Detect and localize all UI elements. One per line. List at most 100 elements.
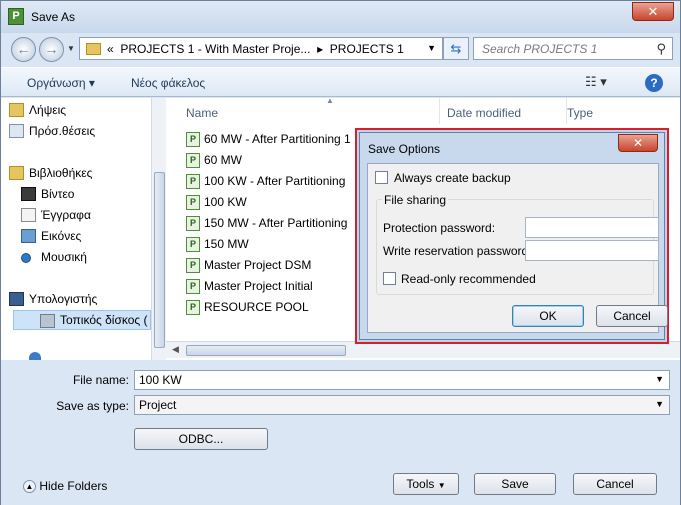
file-row[interactable]: P 100 KW (186, 195, 247, 215)
column-header-date-modified[interactable]: Date modified (447, 98, 567, 124)
horizontal-scrollbar-thumb[interactable] (186, 345, 346, 356)
file-row[interactable]: P 60 MW (186, 153, 242, 173)
computer-icon (9, 292, 24, 306)
breadcrumb-overflow[interactable]: « (107, 42, 114, 56)
nav-item-documents[interactable]: Έγγραφα (21, 208, 91, 222)
save-as-type-dropdown-chevron-icon[interactable]: ▼ (655, 399, 664, 409)
title-bar: P Save As ✕ (1, 1, 680, 33)
scroll-left-icon[interactable]: ◀ (172, 344, 179, 355)
downloads-folder-icon (9, 103, 24, 117)
project-file-icon: P (186, 132, 200, 148)
save-as-type-label: Save as type: (56, 399, 129, 413)
window-title: Save As (31, 10, 76, 24)
read-only-recommended-label: Read-only recommended (401, 272, 536, 286)
file-name-label: File name: (72, 373, 129, 387)
libraries-icon (9, 166, 24, 180)
organize-menu-button[interactable]: Οργάνωση ▾ (27, 76, 95, 90)
save-form-area: File name: 100 KW ▼ Save as type: Projec… (1, 361, 680, 505)
column-header-type[interactable]: Type (567, 98, 680, 124)
tools-menu-button[interactable]: Tools ▼ (393, 473, 459, 495)
column-header-name[interactable]: ▲ Name (186, 96, 440, 124)
help-icon[interactable]: ? (645, 74, 663, 92)
search-placeholder: Search PROJECTS 1 (482, 42, 598, 56)
file-row[interactable]: P Master Project DSM (186, 258, 311, 278)
back-arrow-icon: ← (16, 41, 31, 57)
folder-icon (86, 43, 101, 55)
network-icon (29, 352, 41, 360)
save-button[interactable]: Save (474, 473, 556, 495)
hide-folders-toggle[interactable]: ▲ Hide Folders (23, 479, 107, 494)
sort-ascending-icon: ▲ (326, 96, 334, 105)
window-close-button[interactable]: ✕ (632, 2, 674, 21)
command-bar: Οργάνωση ▾ Νέος φάκελος ☷ ▾ ? (1, 67, 680, 97)
breadcrumb: « PROJECTS 1 - With Master Proje... ▸ PR… (107, 42, 404, 56)
always-backup-checkbox[interactable] (375, 171, 388, 184)
local-disk-icon (40, 314, 55, 328)
back-button[interactable]: ← (11, 37, 36, 62)
save-as-type-select[interactable]: Project ▼ (134, 395, 670, 415)
project-file-icon: P (186, 300, 200, 316)
documents-library-icon (21, 208, 36, 222)
nav-item-local-disk[interactable]: Τοπικός δίσκος ( (13, 310, 151, 330)
search-icon: ⚲ (656, 41, 666, 56)
ok-button[interactable]: OK (512, 305, 584, 327)
refresh-button[interactable]: ⇆ (443, 37, 469, 60)
new-folder-button[interactable]: Νέος φάκελος (131, 76, 205, 90)
project-file-icon: P (186, 216, 200, 232)
breadcrumb-item-current[interactable]: PROJECTS 1 (330, 42, 404, 56)
file-row[interactable]: P 100 KW - After Partitioning (186, 174, 345, 194)
file-row[interactable]: P 60 MW - After Partitioning 1 (186, 132, 351, 152)
nav-item-videos[interactable]: Βίντεο (21, 187, 74, 201)
chevron-up-icon: ▲ (23, 480, 36, 494)
file-name-value: 100 KW (139, 373, 182, 387)
save-options-close-button[interactable]: ✕ (618, 134, 658, 152)
save-as-window: P Save As ✕ ← → ▼ « PROJECTS 1 - With Ma… (0, 0, 681, 505)
nav-item-pictures[interactable]: Εικόνες (21, 229, 81, 243)
address-box[interactable]: « PROJECTS 1 - With Master Proje... ▸ PR… (79, 37, 443, 60)
save-options-dialog: Save Options ✕ Always create backup File… (355, 128, 669, 344)
file-name-dropdown-chevron-icon[interactable]: ▼ (655, 374, 664, 384)
cancel-button[interactable]: Cancel (573, 473, 657, 495)
breadcrumb-separator-icon[interactable]: ▸ (317, 42, 323, 56)
video-library-icon (21, 187, 36, 201)
nav-item-downloads[interactable]: Λήψεις (9, 103, 66, 117)
pictures-library-icon (21, 229, 36, 243)
project-file-icon: P (186, 279, 200, 295)
forward-arrow-icon: → (44, 41, 59, 57)
breadcrumb-item-parent[interactable]: PROJECTS 1 - With Master Proje... (120, 42, 310, 56)
project-file-icon: P (186, 195, 200, 211)
file-name-field[interactable]: 100 KW ▼ (134, 370, 670, 390)
forward-button[interactable]: → (39, 37, 64, 62)
write-reservation-password-label: Write reservation password: (383, 244, 532, 258)
save-as-type-value: Project (139, 398, 177, 412)
odbc-button[interactable]: ODBC... (134, 428, 268, 450)
nav-item-computer[interactable]: Υπολογιστής (9, 292, 97, 306)
options-cancel-button[interactable]: Cancel (596, 305, 668, 327)
file-row[interactable]: P 150 MW - After Partitioning (186, 216, 347, 236)
nav-item-music[interactable]: Μουσική (21, 250, 87, 264)
read-only-recommended-checkbox[interactable] (383, 272, 396, 285)
navigation-pane: Λήψεις Πρόσ.θέσεις Βιβλιοθήκες Βίντεο Έγ… (1, 98, 151, 360)
navigation-scrollbar[interactable] (151, 98, 166, 360)
search-input[interactable]: Search PROJECTS 1 ⚲ (473, 37, 673, 60)
save-options-body: Always create backup File sharing Protec… (367, 163, 668, 333)
project-app-icon: P (8, 8, 24, 25)
file-row[interactable]: P RESOURCE POOL (186, 300, 309, 320)
view-options-icon[interactable]: ☷ ▾ (585, 74, 607, 90)
write-reservation-password-input[interactable] (525, 240, 659, 261)
protection-password-input[interactable] (525, 217, 659, 238)
music-library-icon (21, 253, 31, 263)
chevron-down-icon: ▼ (437, 481, 446, 490)
address-bar-row: ← → ▼ « PROJECTS 1 - With Master Proje..… (1, 33, 680, 63)
project-file-icon: P (186, 174, 200, 190)
address-dropdown-chevron-icon[interactable]: ▼ (427, 43, 436, 53)
recent-locations-chevron-icon[interactable]: ▼ (67, 44, 75, 53)
project-file-icon: P (186, 153, 200, 169)
nav-item-recent-places[interactable]: Πρόσ.θέσεις (9, 124, 95, 138)
project-file-icon: P (186, 258, 200, 274)
save-options-title: Save Options (368, 142, 441, 156)
file-row[interactable]: P Master Project Initial (186, 279, 313, 299)
navigation-scrollbar-thumb[interactable] (154, 172, 165, 348)
nav-item-libraries[interactable]: Βιβλιοθήκες (9, 166, 92, 180)
file-row[interactable]: P 150 MW (186, 237, 249, 257)
